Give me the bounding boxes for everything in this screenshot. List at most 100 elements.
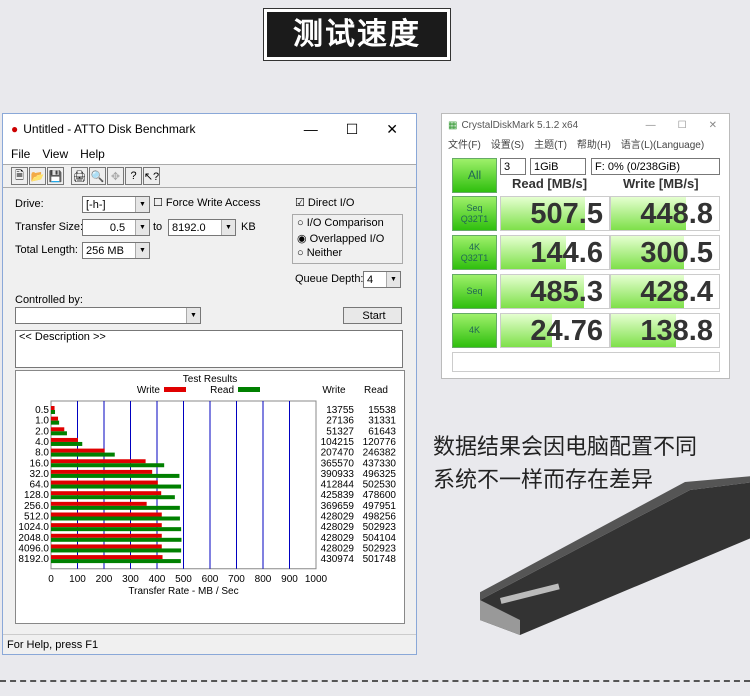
minimize-button[interactable]: — (304, 121, 318, 138)
legend-read-swatch (238, 387, 260, 392)
queue-depth-value: 4 (367, 273, 374, 286)
y-tick-label: 512.0 (24, 512, 49, 523)
transfer-to-select[interactable]: 8192.0 ▼ (168, 219, 236, 236)
chevron-down-icon: ▼ (186, 308, 200, 323)
write-value: 428029 (321, 512, 355, 523)
test-results-chart: Test Results Write Read Write Read 0 100 200 300… (15, 370, 405, 624)
write-bar (51, 469, 153, 474)
test-button[interactable]: Seq (452, 274, 497, 309)
x-tick-label: 600 (202, 574, 219, 585)
read-result: 144.6 (500, 235, 610, 270)
read-bar (51, 452, 115, 457)
crystaldiskmark-window: ▦ CrystalDiskMark 5.1.2 x64 — ☐ ✕ 文件(F) 设置(… (441, 113, 730, 379)
cdm-menu-help[interactable]: 帮助(H) (577, 136, 611, 152)
close-button[interactable]: ✕ (386, 121, 398, 138)
drive-select[interactable]: [-h-] ▼ (82, 196, 150, 213)
write-result: 448.8 (610, 196, 720, 231)
open-icon[interactable]: 📂 (29, 167, 46, 185)
write-bar (51, 544, 162, 549)
print-icon[interactable]: 🖨 (71, 167, 88, 185)
x-axis-label: Transfer Rate - MB / Sec (128, 586, 238, 597)
cdm-menu-file[interactable]: 文件(F) (448, 136, 481, 152)
write-value: 428.4 (640, 276, 713, 308)
description-textarea[interactable]: << Description >> (15, 330, 403, 368)
read-bar (51, 484, 182, 489)
read-value: 498256 (363, 512, 397, 523)
minimize-button[interactable]: — (646, 120, 656, 131)
read-value: 501748 (363, 554, 397, 565)
all-button[interactable]: All (452, 158, 497, 193)
cdm-menu-settings[interactable]: 设置(S) (491, 136, 524, 152)
write-result: 428.4 (610, 274, 720, 309)
menu-view[interactable]: View (42, 147, 68, 161)
kb-label: KB (241, 221, 256, 233)
read-column-header: Read (364, 385, 388, 396)
write-value: 138.8 (640, 315, 713, 347)
read-value: 502923 (363, 543, 397, 554)
y-tick-label: 1024.0 (18, 522, 49, 533)
status-bar: For Help, press F1 (3, 634, 416, 654)
note-line-1: 数据结果会因电脑配置不同 (433, 434, 698, 459)
print-preview-icon[interactable]: 🔍 (89, 167, 106, 185)
y-tick-label: 8192.0 (18, 554, 49, 565)
read-bar (51, 495, 175, 500)
read-value: 485.3 (530, 276, 603, 308)
controlled-by-select[interactable]: ▼ (15, 307, 201, 324)
read-value: 502923 (363, 522, 397, 533)
total-length-select[interactable]: 256 MB ▼ (82, 242, 150, 259)
write-value: 412844 (321, 480, 355, 491)
read-bar (51, 463, 165, 468)
test-button[interactable]: 4K Q32T1 (452, 235, 497, 270)
total-length-value: 256 MB (86, 244, 124, 257)
drive-select[interactable]: F: 0% (0/238GiB) (591, 158, 720, 175)
save-icon[interactable]: 💾 (47, 167, 64, 185)
banner: 测试速度 (263, 8, 451, 61)
read-bar (51, 473, 180, 478)
count-select[interactable]: 3 (500, 158, 526, 175)
move-icon[interactable]: ✥ (107, 167, 124, 185)
radio-overlapped-io[interactable]: ◉ Overlapped I/O (297, 232, 384, 245)
write-bar (51, 523, 162, 528)
chart-title: Test Results (183, 374, 237, 385)
write-bar (51, 491, 162, 496)
chevron-down-icon: ▼ (135, 243, 149, 258)
new-icon[interactable]: 🗎 (11, 167, 28, 185)
cdm-menu-language[interactable]: 语言(L)(Language) (621, 136, 704, 152)
x-tick-label: 100 (69, 574, 86, 585)
direct-io-checkbox[interactable]: ☑ Direct I/O (295, 196, 354, 209)
legend-read: Read (210, 385, 234, 396)
write-value: 425839 (321, 490, 355, 501)
queue-depth-select[interactable]: 4 ▼ (363, 271, 401, 288)
y-tick-label: 16.0 (30, 458, 50, 469)
help-icon[interactable]: ? (125, 167, 142, 185)
write-bar (51, 459, 146, 464)
size-value: 1GiB (534, 160, 559, 173)
y-tick-label: 256.0 (24, 501, 49, 512)
close-button[interactable]: ✕ (709, 120, 717, 131)
maximize-button[interactable]: ☐ (346, 121, 359, 138)
menu-help[interactable]: Help (80, 147, 105, 161)
read-bar (51, 431, 67, 436)
cdm-comment-field[interactable] (452, 352, 720, 372)
write-bar (51, 480, 158, 485)
radio-neither[interactable]: ○ Neither (297, 247, 342, 259)
context-help-icon[interactable]: ↖? (143, 167, 160, 185)
x-tick-label: 300 (122, 574, 139, 585)
maximize-button[interactable]: ☐ (678, 120, 687, 131)
start-button[interactable]: Start (343, 307, 402, 324)
cdm-menu-bar: 文件(F) 设置(S) 主题(T) 帮助(H) 语言(L)(Language) (442, 136, 729, 152)
force-write-checkbox[interactable]: ☐ Force Write Access (153, 196, 260, 209)
cdm-title-bar: ▦ CrystalDiskMark 5.1.2 x64 — ☐ ✕ (442, 114, 729, 136)
radio-io-comparison[interactable]: ○ I/O Comparison (297, 217, 384, 229)
size-select[interactable]: 1GiB (530, 158, 586, 175)
write-bar (51, 416, 59, 421)
cdm-menu-theme[interactable]: 主题(T) (534, 136, 567, 152)
menu-file[interactable]: File (11, 147, 30, 161)
y-tick-label: 0.5 (35, 405, 49, 416)
radio-label: I/O Comparison (306, 217, 384, 229)
read-value: 144.6 (530, 237, 603, 269)
transfer-from-select[interactable]: 0.5 ▼ (82, 219, 150, 236)
test-button[interactable]: Seq Q32T1 (452, 196, 497, 231)
atto-window: ● Untitled - ATTO Disk Benchmark — ☐ ✕ Fil… (2, 113, 417, 655)
test-button[interactable]: 4K (452, 313, 497, 348)
